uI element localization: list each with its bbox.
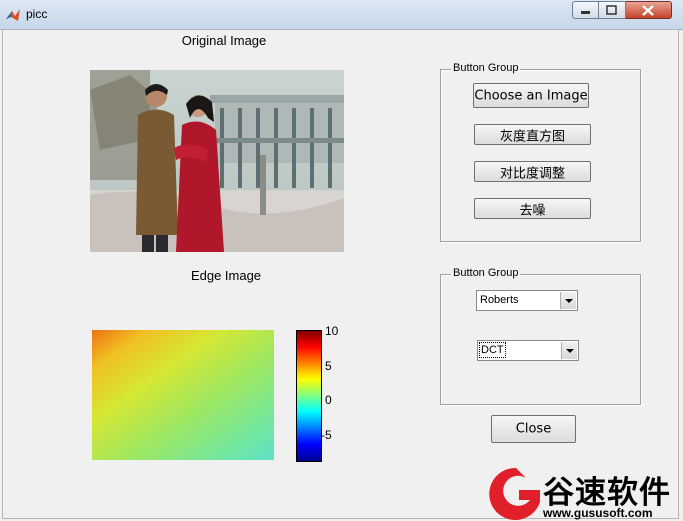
original-image bbox=[90, 70, 344, 252]
chevron-down-icon[interactable] bbox=[560, 292, 576, 309]
matlab-icon bbox=[6, 9, 20, 21]
contrast-button[interactable]: 对比度调整 bbox=[474, 161, 591, 182]
edge-image bbox=[92, 330, 274, 460]
button-group-1-label: Button Group bbox=[451, 62, 521, 74]
title-bar: picc bbox=[0, 0, 683, 30]
histogram-button[interactable]: 灰度直方图 bbox=[474, 124, 591, 145]
transform-value: DCT bbox=[479, 342, 506, 358]
choose-image-button[interactable]: Choose an Image bbox=[473, 83, 589, 108]
colorbar bbox=[296, 330, 322, 462]
maximize-button[interactable] bbox=[599, 1, 626, 19]
chevron-down-icon[interactable] bbox=[561, 342, 577, 359]
watermark-url: www.gususoft.com bbox=[543, 506, 653, 520]
close-button[interactable]: Close bbox=[491, 415, 576, 443]
edge-method-value: Roberts bbox=[480, 294, 519, 306]
colorbar-tick: 5 bbox=[325, 359, 332, 373]
transform-select[interactable]: DCT bbox=[477, 340, 579, 361]
window-title: picc bbox=[26, 7, 48, 21]
colorbar-tick: 10 bbox=[325, 324, 339, 338]
minimize-button[interactable] bbox=[572, 1, 599, 19]
close-icon bbox=[642, 5, 654, 16]
denoise-button[interactable]: 去噪 bbox=[474, 198, 591, 219]
edge-image-title: Edge Image bbox=[190, 268, 262, 283]
button-group-2-label: Button Group bbox=[451, 267, 521, 279]
maximize-icon bbox=[606, 5, 617, 15]
colorbar-tick: -5 bbox=[321, 428, 332, 442]
colorbar-tick: 0 bbox=[325, 393, 332, 407]
minimize-icon bbox=[581, 11, 590, 14]
close-window-button[interactable] bbox=[626, 1, 672, 19]
original-image-title: Original Image bbox=[181, 33, 267, 48]
edge-method-select[interactable]: Roberts bbox=[476, 290, 578, 311]
